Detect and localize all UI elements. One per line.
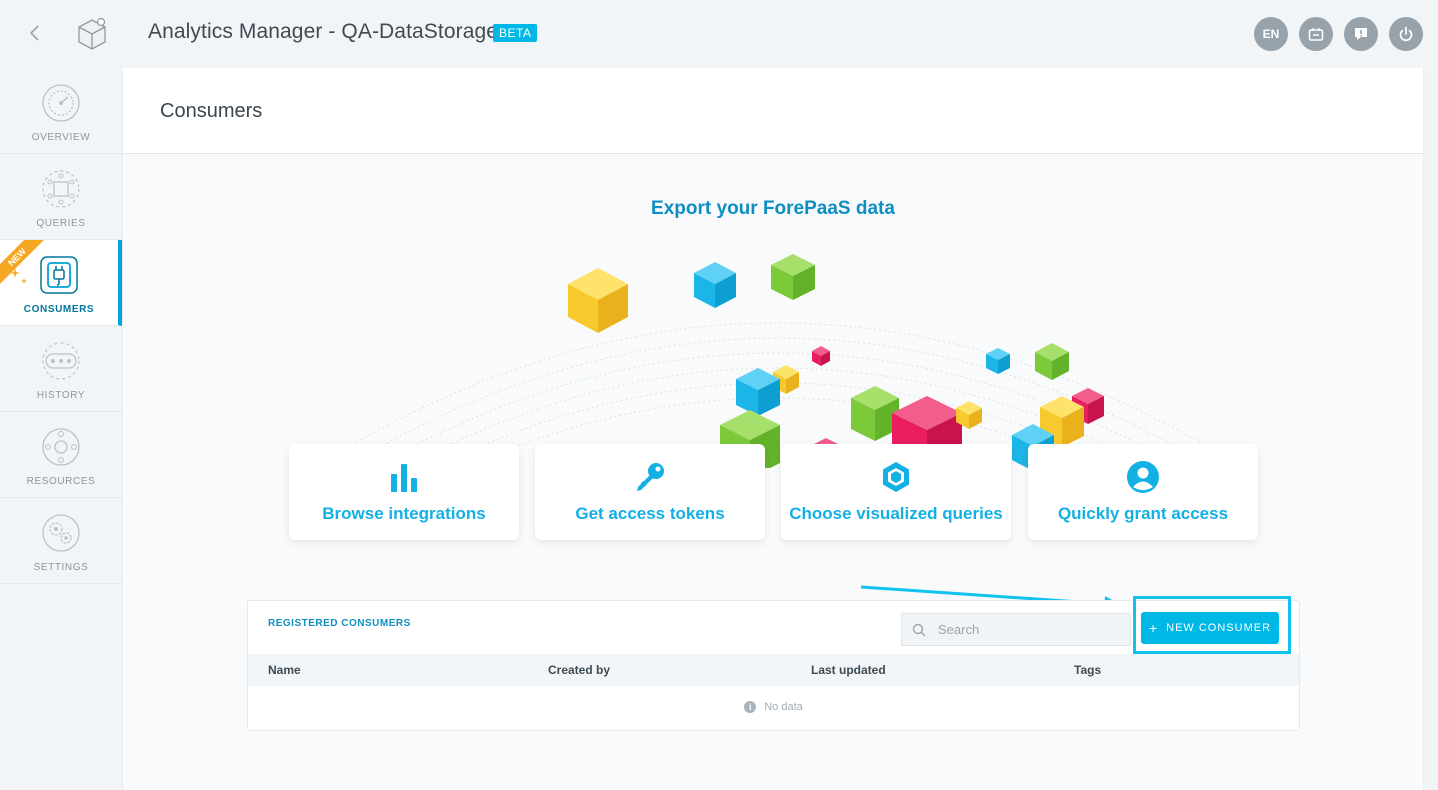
visualized-queries-card[interactable]: Choose visualized queries bbox=[781, 444, 1011, 540]
feedback-icon bbox=[1355, 28, 1367, 40]
cube-green-1 bbox=[771, 254, 815, 300]
browse-integrations-card[interactable]: Browse integrations bbox=[289, 444, 519, 540]
language-button[interactable]: EN bbox=[1254, 17, 1288, 51]
gauge-icon bbox=[42, 84, 80, 122]
key-icon bbox=[637, 463, 664, 491]
gear-icon bbox=[42, 514, 80, 552]
sidebar-item-label: CONSUMERS bbox=[23, 304, 95, 315]
main-panel: Consumers Export your ForePaaS data Brow… bbox=[123, 68, 1423, 790]
feature-label: Quickly grant access bbox=[1057, 504, 1229, 523]
cube-pink-small-1 bbox=[812, 346, 830, 366]
power-icon bbox=[1399, 26, 1413, 42]
sidebar-item-label: SETTINGS bbox=[33, 562, 89, 573]
sidebar-item-label: QUERIES bbox=[36, 218, 86, 229]
app-switch-button[interactable] bbox=[1299, 17, 1333, 51]
sidebar-item-label: RESOURCES bbox=[26, 476, 96, 487]
access-tokens-card[interactable]: Get access tokens bbox=[535, 444, 765, 540]
back-button[interactable] bbox=[26, 22, 44, 44]
column-header-last-updated[interactable]: Last updated bbox=[811, 663, 886, 677]
page-header: Consumers bbox=[123, 68, 1423, 154]
feature-label: Choose visualized queries bbox=[789, 504, 1003, 523]
column-header-tags[interactable]: Tags bbox=[1074, 663, 1101, 677]
cube-green-2 bbox=[1035, 343, 1069, 380]
feature-label: Browse integrations bbox=[322, 504, 486, 523]
app-title: Analytics Manager - QA-DataStorage bbox=[148, 20, 499, 43]
timeline-icon bbox=[42, 342, 80, 380]
user-icon bbox=[1127, 461, 1159, 493]
sidebar-item-overview[interactable]: OVERVIEW bbox=[0, 68, 122, 154]
app-logo bbox=[76, 16, 108, 52]
empty-text: No data bbox=[764, 701, 803, 713]
sidebar-item-settings[interactable]: SETTINGS bbox=[0, 498, 122, 584]
feature-label: Get access tokens bbox=[575, 504, 725, 523]
sidebar-item-history[interactable]: HISTORY bbox=[0, 326, 122, 412]
highlight-box bbox=[1133, 596, 1291, 654]
search-box[interactable] bbox=[901, 613, 1131, 646]
column-header-name[interactable]: Name bbox=[268, 663, 301, 677]
search-icon bbox=[912, 623, 926, 636]
hexagon-icon bbox=[883, 462, 909, 492]
feedback-button[interactable] bbox=[1344, 17, 1378, 51]
cube-blue-2 bbox=[986, 348, 1010, 374]
cubes-illustration bbox=[313, 254, 1243, 468]
empty-state: i No data bbox=[248, 701, 1299, 713]
resources-icon bbox=[42, 428, 80, 466]
top-bar: Analytics Manager - QA-DataStorage BETA … bbox=[0, 0, 1438, 68]
search-input[interactable] bbox=[938, 622, 1118, 637]
sidebar-item-consumers[interactable]: NEW CONSUMERS bbox=[0, 240, 122, 326]
grid-icon bbox=[42, 170, 80, 208]
sidebar: OVERVIEW QUERIES NEW CONSUMERS HISTORY R… bbox=[0, 68, 122, 585]
chevron-left-icon bbox=[29, 25, 39, 41]
cube-blue-1 bbox=[694, 262, 736, 308]
sidebar-item-queries[interactable]: QUERIES bbox=[0, 154, 122, 240]
sidebar-item-resources[interactable]: RESOURCES bbox=[0, 412, 122, 498]
sidebar-item-label: HISTORY bbox=[36, 390, 86, 401]
app-switch-icon bbox=[1308, 28, 1324, 41]
bar-chart-icon bbox=[391, 464, 417, 492]
cube-logo-icon bbox=[78, 17, 106, 50]
info-icon: i bbox=[744, 701, 757, 713]
cube-green-3 bbox=[851, 386, 899, 441]
logout-button[interactable] bbox=[1389, 17, 1423, 51]
table-title: REGISTERED CONSUMERS bbox=[268, 618, 411, 629]
export-title: Export your ForePaaS data bbox=[651, 198, 895, 219]
sparkle-icon bbox=[10, 268, 27, 284]
cube-yellow-large bbox=[568, 268, 628, 333]
grant-access-card[interactable]: Quickly grant access bbox=[1028, 444, 1258, 540]
beta-badge: BETA bbox=[493, 24, 538, 42]
sidebar-item-label: OVERVIEW bbox=[31, 132, 91, 143]
table-header: Name Created by Last updated Tags bbox=[248, 654, 1299, 686]
column-header-created-by[interactable]: Created by bbox=[548, 663, 610, 677]
page-title: Consumers bbox=[160, 100, 263, 122]
